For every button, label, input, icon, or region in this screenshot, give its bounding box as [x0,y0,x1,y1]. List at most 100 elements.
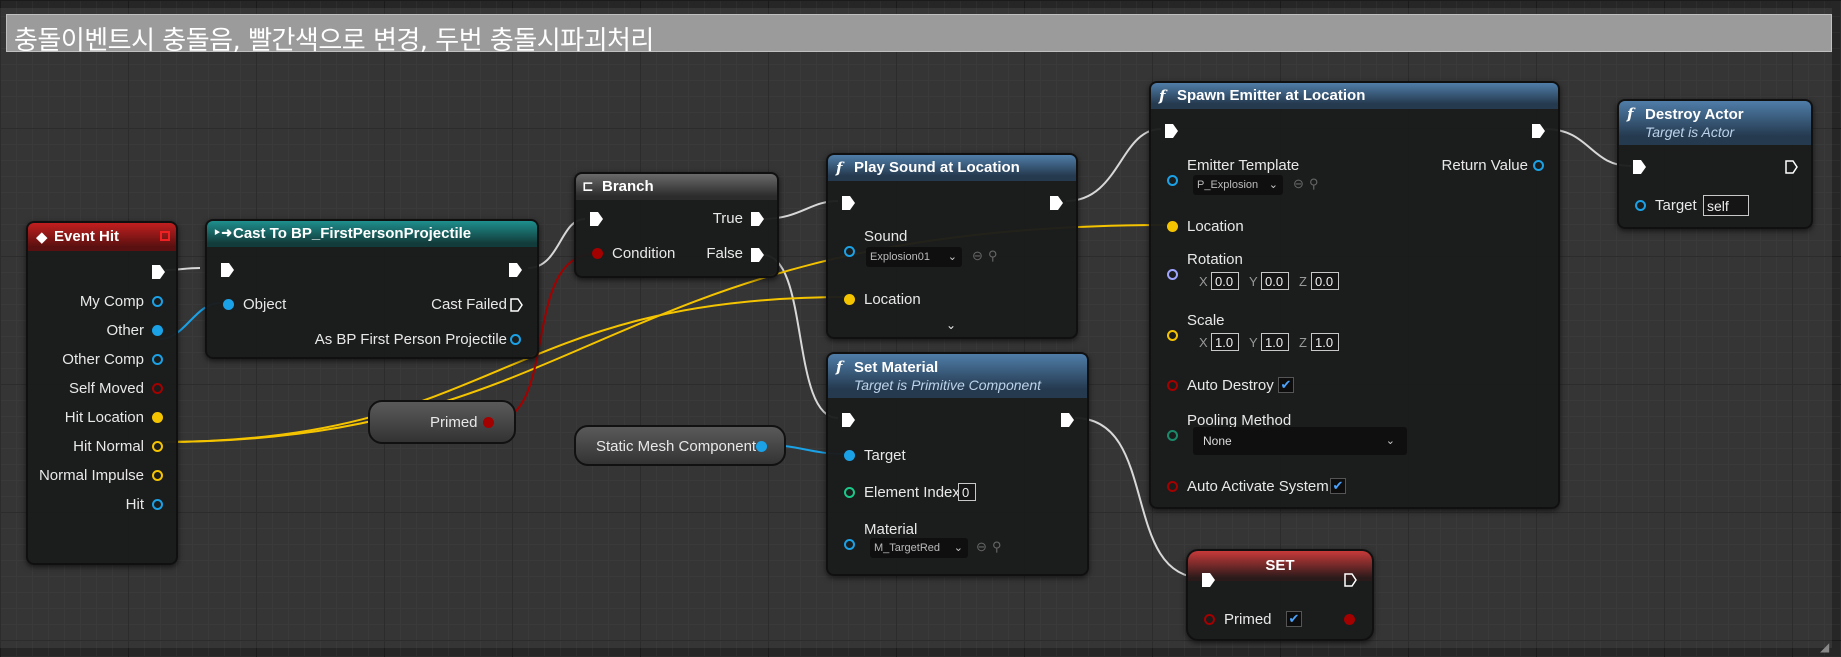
spawn-emitter-title: Spawn Emitter at Location [1177,87,1366,104]
pooling-method-value: None [1203,434,1232,448]
cast-object-pin[interactable] [223,299,234,310]
event-hit-other-label: Other [106,322,144,339]
cast-as-pin[interactable] [510,334,521,345]
branch-condition-label: Condition [612,245,676,262]
spawn-scale-pin[interactable] [1167,330,1178,341]
event-hit-hit-normal-label: Hit Normal [73,438,144,455]
scale-z-field[interactable]: 1.0 [1311,333,1339,351]
destroy-target-pin[interactable] [1635,200,1646,211]
event-hit-other-pin[interactable] [152,325,163,336]
branch-condition-pin[interactable] [592,248,603,259]
comment-title: 충돌이벤트시 충돌음, 빨간색으로 변경, 두번 충돌시파괴처리 [14,26,654,56]
primed-getter-node[interactable]: Primed [368,400,516,444]
destroy-target-field[interactable]: self [1703,195,1749,216]
event-hit-normal-impulse-label: Normal Impulse [38,467,144,484]
event-hit-hit-normal-pin[interactable] [152,441,163,452]
scale-y-field[interactable]: 1.0 [1261,333,1289,351]
element-index-field[interactable]: 0 [958,483,976,501]
chevron-down-icon[interactable]: ⌄ [946,318,956,332]
rotation-x-axis: X [1199,274,1208,289]
scale-x-field[interactable]: 1.0 [1211,333,1239,351]
cast-icon: ‣➜ [213,226,233,241]
event-hit-hit-location-pin[interactable] [152,412,163,423]
set-primed-checkbox[interactable]: ✔ [1286,611,1302,627]
rotation-x-field[interactable]: 0.0 [1211,272,1239,290]
set-material-material-pin[interactable] [844,539,855,550]
spawn-pooling-pin[interactable] [1167,430,1178,441]
cast-title: Cast To BP_FirstPersonProjectile [233,225,472,242]
cast-node[interactable]: ‣➜ Cast To BP_FirstPersonProjectile Obje… [205,219,539,359]
event-hit-node[interactable]: ◆ Event Hit My Comp Other Other Comp Self M… [26,221,178,565]
set-material-index-pin[interactable] [844,487,855,498]
emitter-template-dropdown[interactable]: P_Explosion ⌄ [1193,175,1283,195]
set-material-target-pin[interactable] [844,450,855,461]
material-asset-dropdown[interactable]: M_TargetRed ⌄ [870,538,968,558]
set-material-index-label: Element Index [864,484,960,501]
spawn-auto-activate-pin[interactable] [1167,481,1178,492]
cast-object-label: Object [243,296,287,313]
set-material-title: Set Material [854,359,939,376]
branch-node[interactable]: ⊏ Branch True Condition False [574,172,779,278]
chevron-down-icon: ⌄ [947,251,957,263]
primed-getter-pin[interactable] [483,417,494,428]
cast-as-label: As BP First Person Projectile [314,331,507,348]
destroy-actor-node[interactable]: f Destroy Actor Target is Actor Target s… [1617,99,1813,229]
spawn-rotation-pin[interactable] [1167,269,1178,280]
checkmark-icon: ✔ [1280,377,1292,392]
event-delegate-pin[interactable] [160,231,170,241]
checkmark-icon: ✔ [1288,611,1300,626]
destroy-actor-subtitle: Target is Actor [1645,124,1735,140]
event-hit-other-comp-pin[interactable] [152,354,163,365]
spawn-location-pin[interactable] [1167,221,1178,232]
spawn-scale-label: Scale [1187,312,1225,329]
use-asset-icon[interactable]: ⊖ [1293,176,1304,192]
set-primed-node[interactable]: SET Primed ✔ [1186,549,1374,641]
rotation-z-field[interactable]: 0.0 [1311,272,1339,290]
auto-activate-checkbox[interactable]: ✔ [1330,478,1346,494]
spawn-emitter-template-pin[interactable] [1167,175,1178,186]
function-icon: f [1159,87,1166,105]
browse-asset-icon[interactable]: ⚲ [1309,176,1319,192]
browse-asset-icon[interactable]: ⚲ [988,248,998,264]
primed-getter-label: Primed [430,414,478,431]
event-hit-hit-pin[interactable] [152,499,163,510]
use-asset-icon[interactable]: ⊖ [976,539,987,555]
spawn-emitter-template-label: Emitter Template [1187,157,1300,174]
play-sound-sound-pin[interactable] [844,246,855,257]
play-sound-location-pin[interactable] [844,294,855,305]
play-sound-node[interactable]: f Play Sound at Location Sound Explosion… [826,153,1078,339]
spawn-auto-destroy-label: Auto Destroy [1187,377,1274,394]
set-primed-label: Primed [1224,611,1272,628]
sound-asset-dropdown[interactable]: Explosion01 ⌄ [866,247,962,267]
scale-z-axis: Z [1299,335,1307,350]
branch-title: Branch [602,178,654,195]
sound-asset-value: Explosion01 [870,251,930,263]
set-material-node[interactable]: f Set Material Target is Primitive Compo… [826,352,1089,576]
event-icon: ◆ [36,228,48,246]
event-hit-self-moved-pin[interactable] [152,383,163,394]
event-hit-title: Event Hit [54,228,120,245]
chevron-down-icon: ⌄ [1268,179,1278,191]
spawn-rotation-label: Rotation [1187,251,1243,268]
set-primed-in-pin[interactable] [1204,614,1215,625]
spawn-return-pin[interactable] [1533,160,1544,171]
chevron-down-icon: ⌄ [1385,435,1395,447]
spawn-emitter-node[interactable]: f Spawn Emitter at Location Emitter Temp… [1149,81,1560,509]
browse-asset-icon[interactable]: ⚲ [992,539,1002,555]
play-sound-location-label: Location [864,291,921,308]
use-asset-icon[interactable]: ⊖ [972,248,983,264]
pooling-method-dropdown[interactable]: None ⌄ [1193,427,1407,455]
static-mesh-node[interactable]: Static Mesh Component [574,425,786,466]
event-hit-normal-impulse-pin[interactable] [152,470,163,481]
auto-destroy-checkbox[interactable]: ✔ [1278,377,1294,393]
static-mesh-label: Static Mesh Component [596,438,757,455]
spawn-auto-destroy-pin[interactable] [1167,380,1178,391]
rotation-y-field[interactable]: 0.0 [1261,272,1289,290]
event-hit-hit-label: Hit [125,496,144,513]
static-mesh-pin[interactable] [756,441,767,452]
resize-grip-icon[interactable]: ◢ [1820,640,1829,654]
event-hit-my-comp-pin[interactable] [152,296,163,307]
play-sound-title: Play Sound at Location [854,159,1020,176]
material-asset-value: M_TargetRed [874,542,941,554]
set-primed-out-pin[interactable] [1344,614,1355,625]
